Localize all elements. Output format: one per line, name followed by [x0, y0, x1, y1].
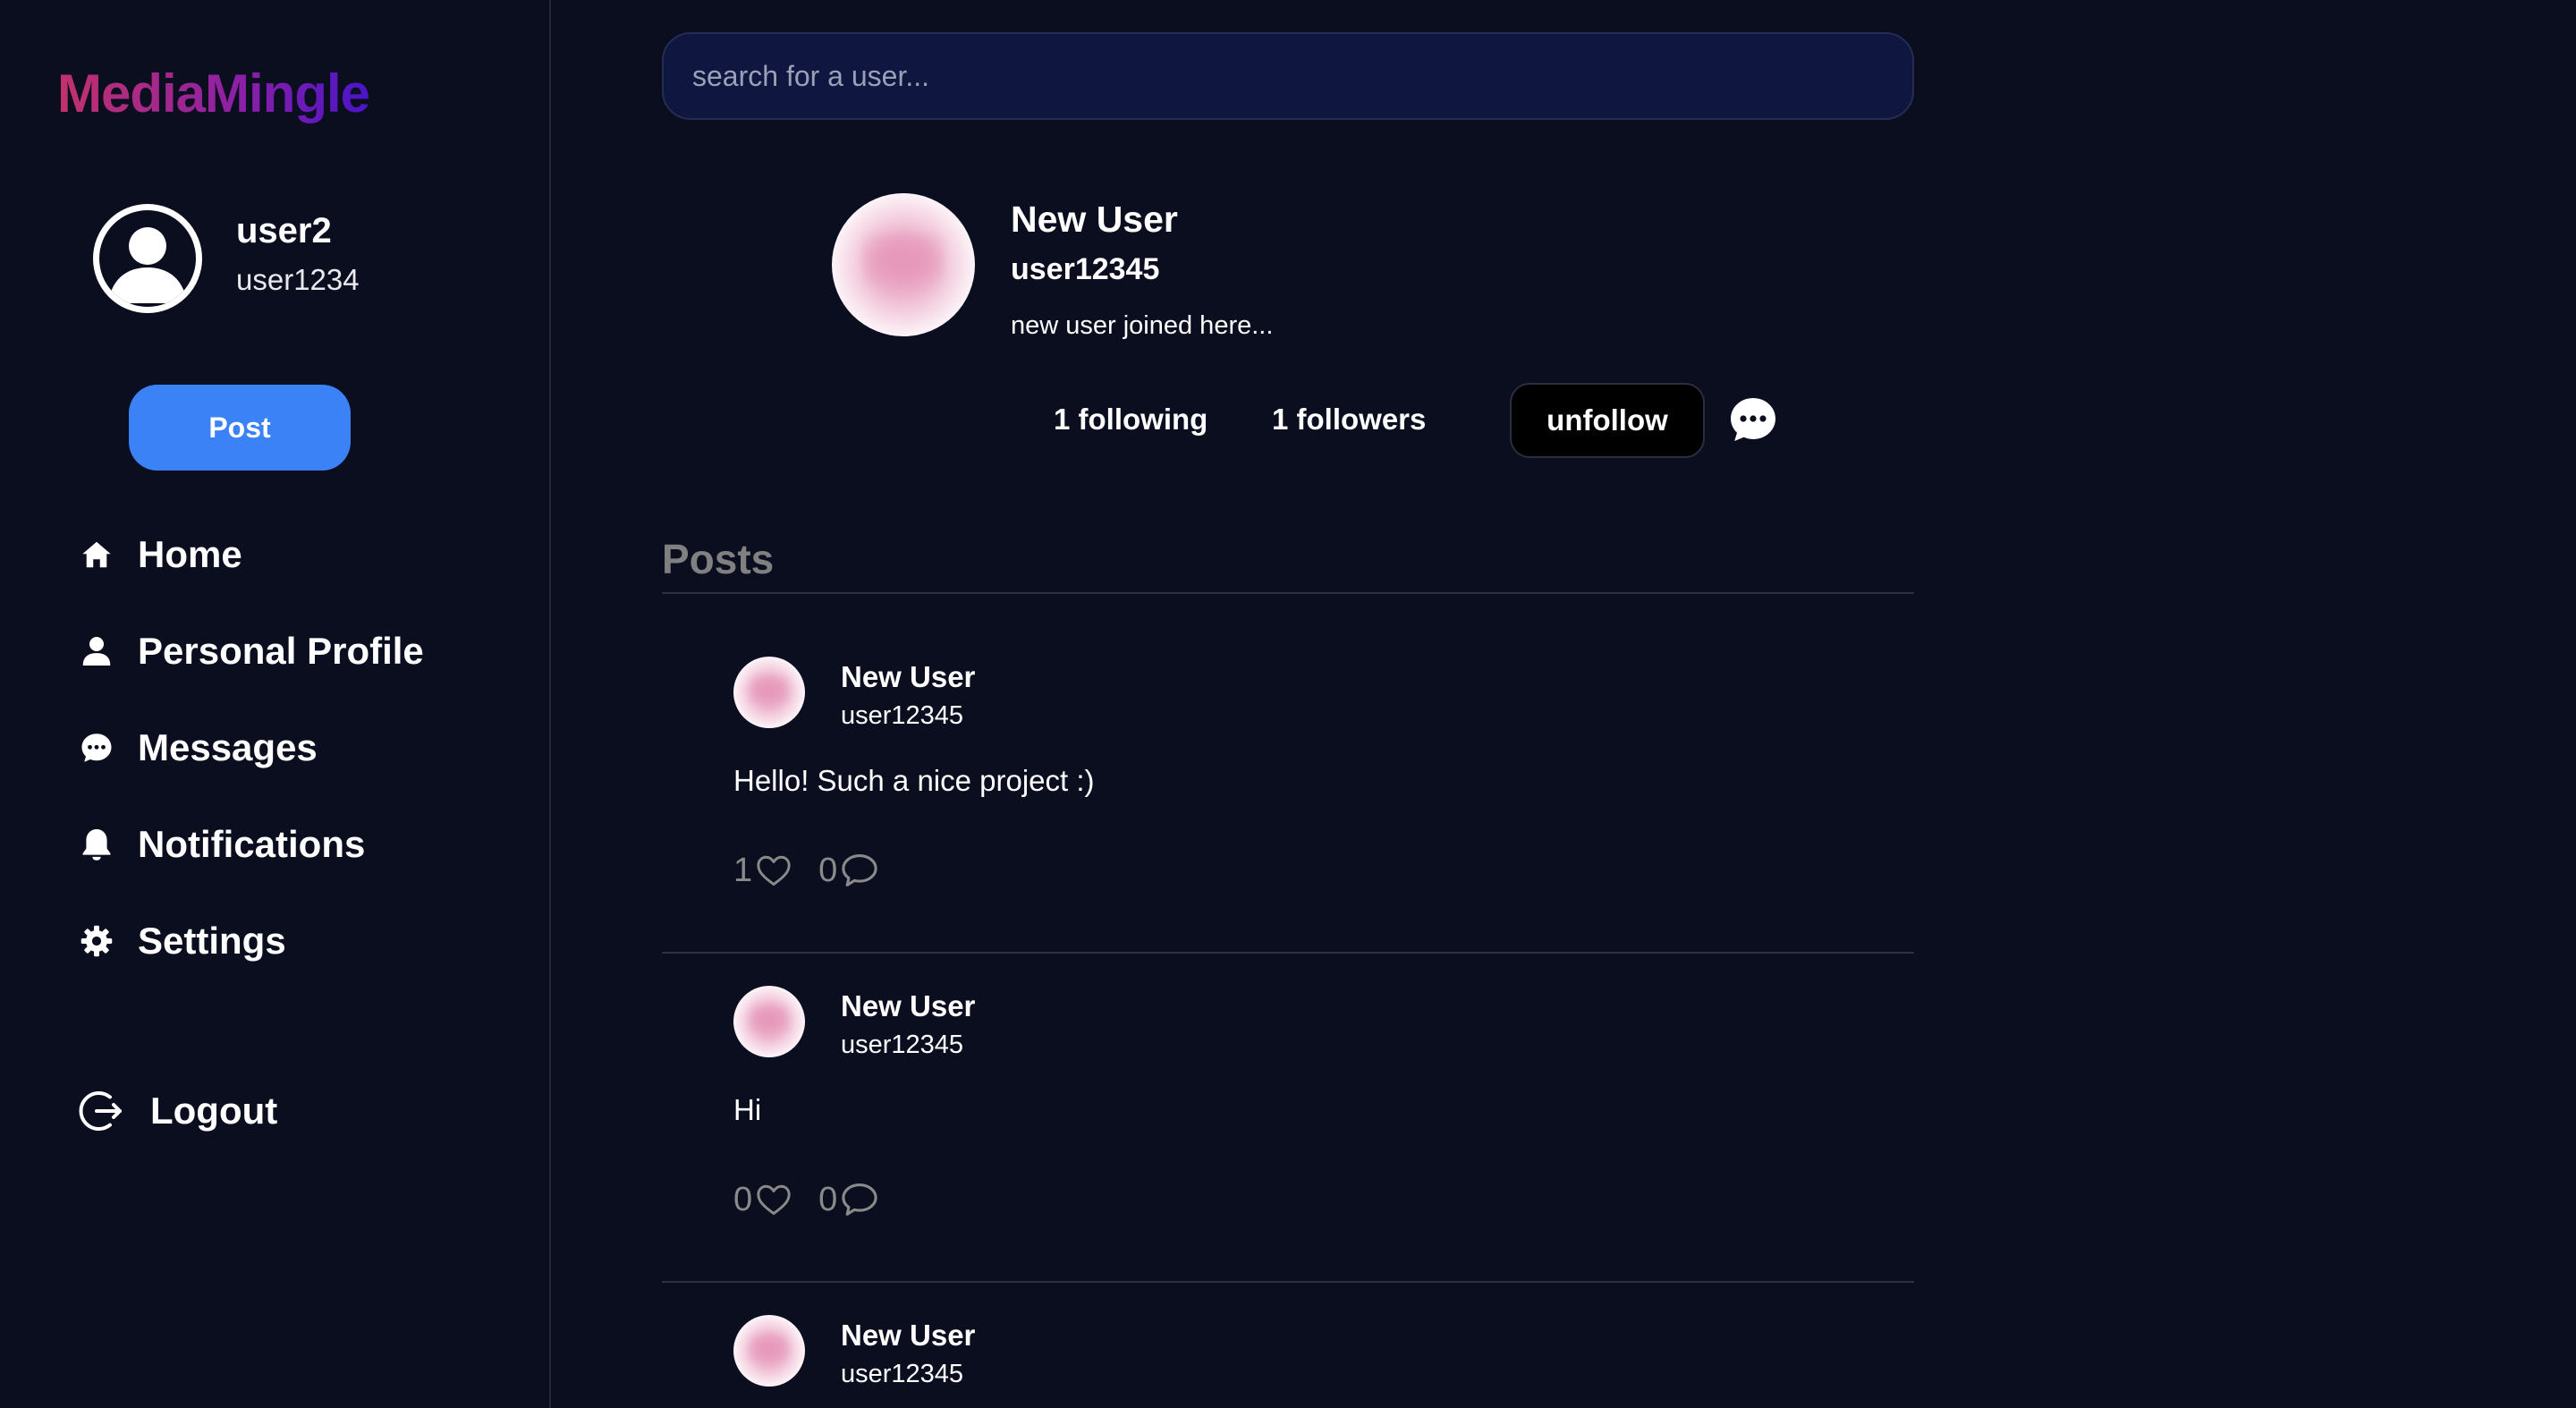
posts-divider [662, 592, 1914, 594]
logout-icon [79, 1088, 125, 1134]
post-card: New User user12345 [662, 1283, 1914, 1408]
sidebar: MediaMingle user2 user1234 Post Home Per… [0, 0, 551, 1408]
nav-item-notifications[interactable]: Notifications [79, 816, 365, 873]
nav-label-messages: Messages [138, 726, 318, 768]
heart-icon [757, 855, 791, 886]
comment-icon [842, 854, 877, 886]
post-author-handle: user12345 [841, 1360, 964, 1388]
like-button[interactable]: 1 [733, 852, 792, 890]
comment-button[interactable]: 0 [818, 852, 878, 890]
post-card: New User user12345 Hello! Such a nice pr… [662, 624, 1914, 954]
current-user-handle: user1234 [236, 263, 360, 296]
post-text: Hi [733, 1093, 762, 1126]
nav-label-settings: Settings [138, 920, 286, 962]
following-count[interactable]: 1 following [1054, 403, 1208, 437]
heart-icon [757, 1184, 791, 1216]
logout-button[interactable]: Logout [79, 1082, 277, 1140]
gear-icon [79, 923, 114, 959]
nav-label-personal-profile: Personal Profile [138, 630, 424, 672]
post-author-avatar[interactable] [733, 657, 805, 728]
nav-item-settings[interactable]: Settings [79, 912, 286, 970]
chat-bubble-icon [79, 730, 114, 766]
nav-item-messages[interactable]: Messages [79, 719, 318, 776]
comment-count: 0 [818, 1180, 838, 1218]
logout-label: Logout [150, 1090, 278, 1132]
post-card: New User user12345 Hi 0 0 [662, 954, 1914, 1283]
post-author-handle: user12345 [841, 1031, 964, 1059]
comment-button[interactable]: 0 [818, 1181, 878, 1219]
unfollow-button[interactable]: unfollow [1510, 383, 1705, 458]
like-count: 1 [733, 851, 753, 889]
post-author-avatar[interactable] [733, 1315, 805, 1387]
message-user-button[interactable] [1728, 395, 1778, 445]
current-user-name: user2 [236, 211, 332, 250]
like-count: 0 [733, 1180, 753, 1218]
comment-count: 0 [818, 851, 838, 889]
post-author-name[interactable]: New User [841, 1319, 975, 1353]
person-icon [79, 633, 114, 669]
followers-count[interactable]: 1 followers [1272, 403, 1426, 437]
post-button[interactable]: Post [129, 385, 351, 471]
current-user-avatar[interactable] [93, 204, 202, 313]
nav-item-home[interactable]: Home [79, 526, 242, 583]
profile-avatar [832, 193, 975, 336]
post-author-name[interactable]: New User [841, 660, 975, 694]
profile-handle: user12345 [1011, 252, 1160, 286]
nav-label-home: Home [138, 533, 242, 575]
post-actions: 1 0 [733, 848, 905, 893]
comment-icon [842, 1183, 877, 1216]
home-icon [79, 537, 114, 573]
posts-heading: Posts [662, 536, 775, 582]
post-author-avatar[interactable] [733, 986, 805, 1057]
bell-icon [79, 827, 114, 862]
post-actions: 0 0 [733, 1177, 905, 1222]
post-author-handle: user12345 [841, 701, 964, 730]
chat-bubble-icon [1731, 398, 1775, 441]
profile-bio: new user joined here... [1011, 311, 1274, 340]
search-input[interactable] [662, 32, 1914, 120]
post-author-name[interactable]: New User [841, 989, 975, 1023]
nav-item-personal-profile[interactable]: Personal Profile [79, 623, 424, 680]
app-logo[interactable]: MediaMingle [57, 63, 370, 124]
profile-name: New User [1011, 199, 1178, 240]
like-button[interactable]: 0 [733, 1181, 792, 1219]
nav-label-notifications: Notifications [138, 823, 366, 865]
post-text: Hello! Such a nice project :) [733, 764, 1095, 797]
